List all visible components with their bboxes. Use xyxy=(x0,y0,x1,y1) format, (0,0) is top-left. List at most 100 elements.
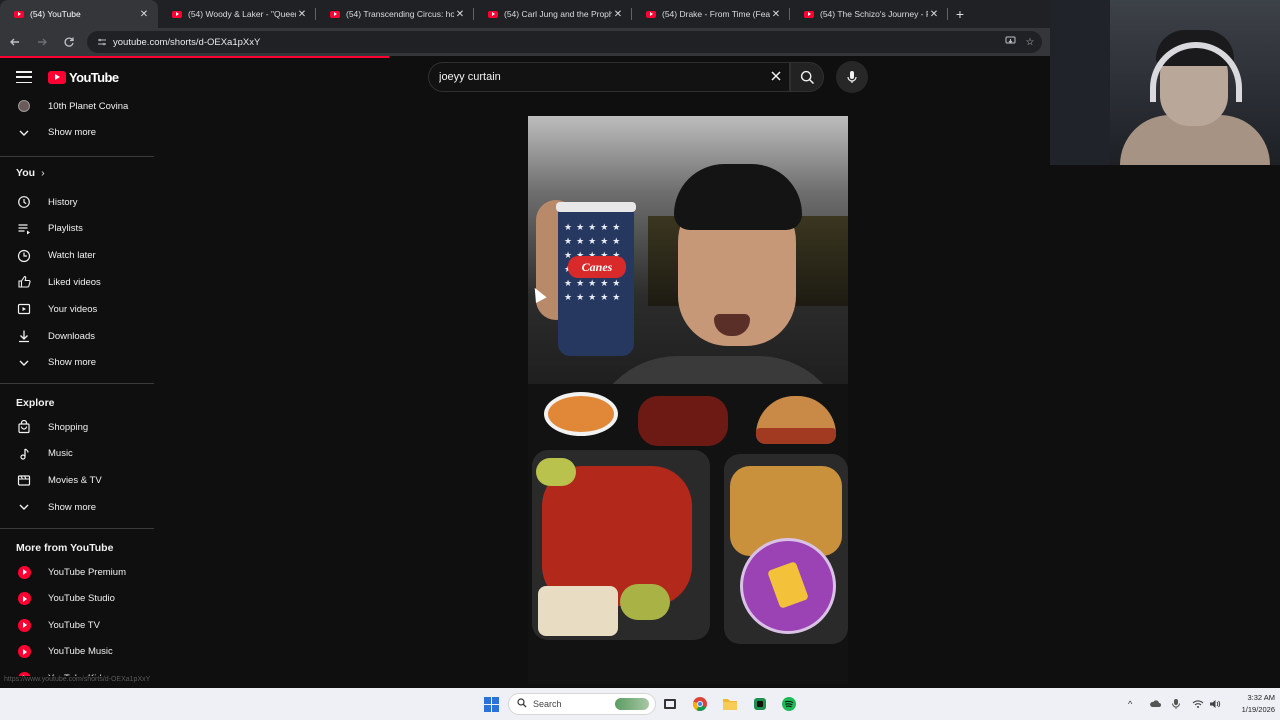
wifi-icon[interactable] xyxy=(1192,688,1204,720)
search-icon xyxy=(517,697,527,711)
sidebar-item-youtube-studio[interactable]: YouTube Studio xyxy=(0,586,154,612)
sidebar-item-label: Movies & TV xyxy=(48,474,102,486)
restaurant-sticker xyxy=(740,538,836,634)
taskbar-clock[interactable]: 3:32 AM 1/19/2026 xyxy=(1225,692,1275,716)
browser-tab[interactable]: (54) Transcending Circus: how t ✕ xyxy=(316,0,474,28)
history-icon xyxy=(18,196,30,208)
close-tab-icon[interactable]: ✕ xyxy=(770,9,782,20)
search-input[interactable] xyxy=(439,71,763,83)
task-view-icon[interactable] xyxy=(660,694,680,714)
guide-sidebar: 10th Planet Covina Show more You › History Pl… xyxy=(0,96,154,688)
mic-tray-icon[interactable] xyxy=(1171,688,1181,720)
sidebar-item-your-videos[interactable]: Your videos xyxy=(0,296,154,322)
browser-tab[interactable]: (54) Carl Jung and the Prophec ✕ xyxy=(474,0,632,28)
youtube-music-icon xyxy=(17,645,31,659)
volume-icon[interactable] xyxy=(1209,688,1221,720)
browser-tab[interactable]: (54) Drake - From Time (Feat. Je✕ xyxy=(632,0,790,28)
youtube-favicon-icon xyxy=(804,10,814,18)
thumb-up-icon xyxy=(18,276,31,288)
browser-tab[interactable]: (54) YouTube ✕ xyxy=(0,0,158,28)
chevron-down-icon xyxy=(19,130,29,136)
tab-title: (54) Drake - From Time (Feat. Je xyxy=(662,9,770,19)
search-button[interactable] xyxy=(790,62,824,92)
sidebar-item-watch-later[interactable]: Watch later xyxy=(0,243,154,269)
shorts-video-player[interactable]: ★★★★★★★★★★★★★★★★★★★★★★★★★★★★★★ Canes xyxy=(528,116,848,684)
install-app-icon[interactable] xyxy=(1002,35,1018,49)
bookmark-star-icon[interactable]: ☆ xyxy=(1022,37,1038,48)
guide-menu-button[interactable] xyxy=(14,68,34,86)
playlists-icon xyxy=(18,224,30,235)
app-icon-green[interactable] xyxy=(750,694,770,714)
address-bar[interactable]: youtube.com/shorts/d-OEXa1pXxY ☆ xyxy=(87,31,1042,53)
tab-title: (54) YouTube xyxy=(30,9,81,19)
sidebar-you-header[interactable]: You › xyxy=(16,167,45,179)
microphone-icon xyxy=(847,71,857,83)
taskbar-search-label: Search xyxy=(533,699,562,709)
webcam-overlay xyxy=(1050,0,1280,165)
sidebar-item-show-more[interactable]: Show more xyxy=(0,350,154,376)
sidebar-item-label: Playlists xyxy=(48,223,83,235)
youtube-page: YouTube 10th Planet Covina Show more You› H… xyxy=(0,58,1050,688)
close-tab-icon[interactable]: ✕ xyxy=(612,9,624,20)
video-icon xyxy=(17,304,31,315)
sidebar-item-music[interactable]: Music xyxy=(0,441,154,467)
onedrive-icon[interactable] xyxy=(1149,688,1161,720)
sidebar-item-show-more[interactable]: Show more xyxy=(0,494,154,520)
youtube-favicon-icon xyxy=(488,10,498,18)
sidebar-item-youtube-music[interactable]: YouTube Music xyxy=(0,639,154,665)
clear-search-icon[interactable] xyxy=(763,69,789,86)
clock-date: 1/19/2026 xyxy=(1241,705,1275,714)
sidebar-divider xyxy=(0,156,154,157)
close-tab-icon[interactable]: ✕ xyxy=(138,9,150,20)
tab-title: (54) Woody & Laker - "Queer E xyxy=(188,9,296,19)
close-tab-icon[interactable]: ✕ xyxy=(296,9,308,20)
sidebar-item-playlists[interactable]: Playlists xyxy=(0,216,154,242)
new-tab-button[interactable]: + xyxy=(948,0,972,28)
download-icon xyxy=(19,330,29,343)
sidebar-item-10th-planet-covina[interactable]: 10th Planet Covina xyxy=(0,96,154,119)
sidebar-item-movies-tv[interactable]: Movies & TV xyxy=(0,467,154,493)
sidebar-item-show-more[interactable]: Show more xyxy=(0,120,154,146)
close-tab-icon[interactable]: ✕ xyxy=(454,9,466,20)
sidebar-item-label: Show more xyxy=(48,501,97,513)
music-note-icon xyxy=(20,448,29,460)
sidebar-item-label: Show more xyxy=(48,357,97,369)
youtube-studio-icon xyxy=(17,592,31,606)
channel-avatar xyxy=(18,100,30,112)
url-text: youtube.com/shorts/d-OEXa1pXxY xyxy=(113,36,261,48)
back-button[interactable] xyxy=(3,30,27,54)
browser-toolbar: youtube.com/shorts/d-OEXa1pXxY ☆ xyxy=(0,28,1050,56)
sidebar-item-liked-videos[interactable]: Liked videos xyxy=(0,269,154,295)
sidebar-explore-header: Explore xyxy=(16,397,55,409)
chrome-icon[interactable] xyxy=(690,694,710,714)
spotify-icon[interactable] xyxy=(779,694,799,714)
cup-brand-logo: Canes xyxy=(568,256,626,278)
voice-search-button[interactable] xyxy=(836,61,868,93)
page-right-area xyxy=(1050,165,1280,688)
clock-time: 3:32 AM xyxy=(1247,693,1275,702)
sidebar-item-label: Downloads xyxy=(48,330,95,342)
file-explorer-icon[interactable] xyxy=(720,694,740,714)
sidebar-item-youtube-tv[interactable]: YouTube TV xyxy=(0,612,154,638)
youtube-favicon-icon xyxy=(172,10,182,18)
taskbar-search[interactable]: Search xyxy=(508,693,656,715)
browser-tab[interactable]: (54) Woody & Laker - "Queer E ✕ xyxy=(158,0,316,28)
youtube-play-icon xyxy=(48,70,66,84)
sidebar-item-youtube-premium[interactable]: YouTube Premium xyxy=(0,559,154,585)
close-tab-icon[interactable]: ✕ xyxy=(928,9,940,20)
logo-text: YouTube xyxy=(69,69,119,85)
youtube-favicon-icon xyxy=(330,10,340,18)
sidebar-item-label: Watch later xyxy=(48,250,96,262)
windows-start-icon[interactable] xyxy=(484,697,499,712)
sidebar-item-shopping[interactable]: Shopping xyxy=(0,414,154,440)
forward-button[interactable] xyxy=(30,30,54,54)
clock-icon xyxy=(17,249,31,262)
search-icon xyxy=(800,70,814,84)
site-info-icon[interactable] xyxy=(97,37,107,47)
browser-tab[interactable]: (54) The Schizo's Journey - Fro ✕ xyxy=(790,0,948,28)
sidebar-item-history[interactable]: History xyxy=(0,189,154,215)
sidebar-item-downloads[interactable]: Downloads xyxy=(0,323,154,349)
youtube-logo[interactable]: YouTube xyxy=(48,68,119,86)
reload-button[interactable] xyxy=(57,30,81,54)
show-hidden-icons-icon[interactable]: ^ xyxy=(1128,688,1132,720)
